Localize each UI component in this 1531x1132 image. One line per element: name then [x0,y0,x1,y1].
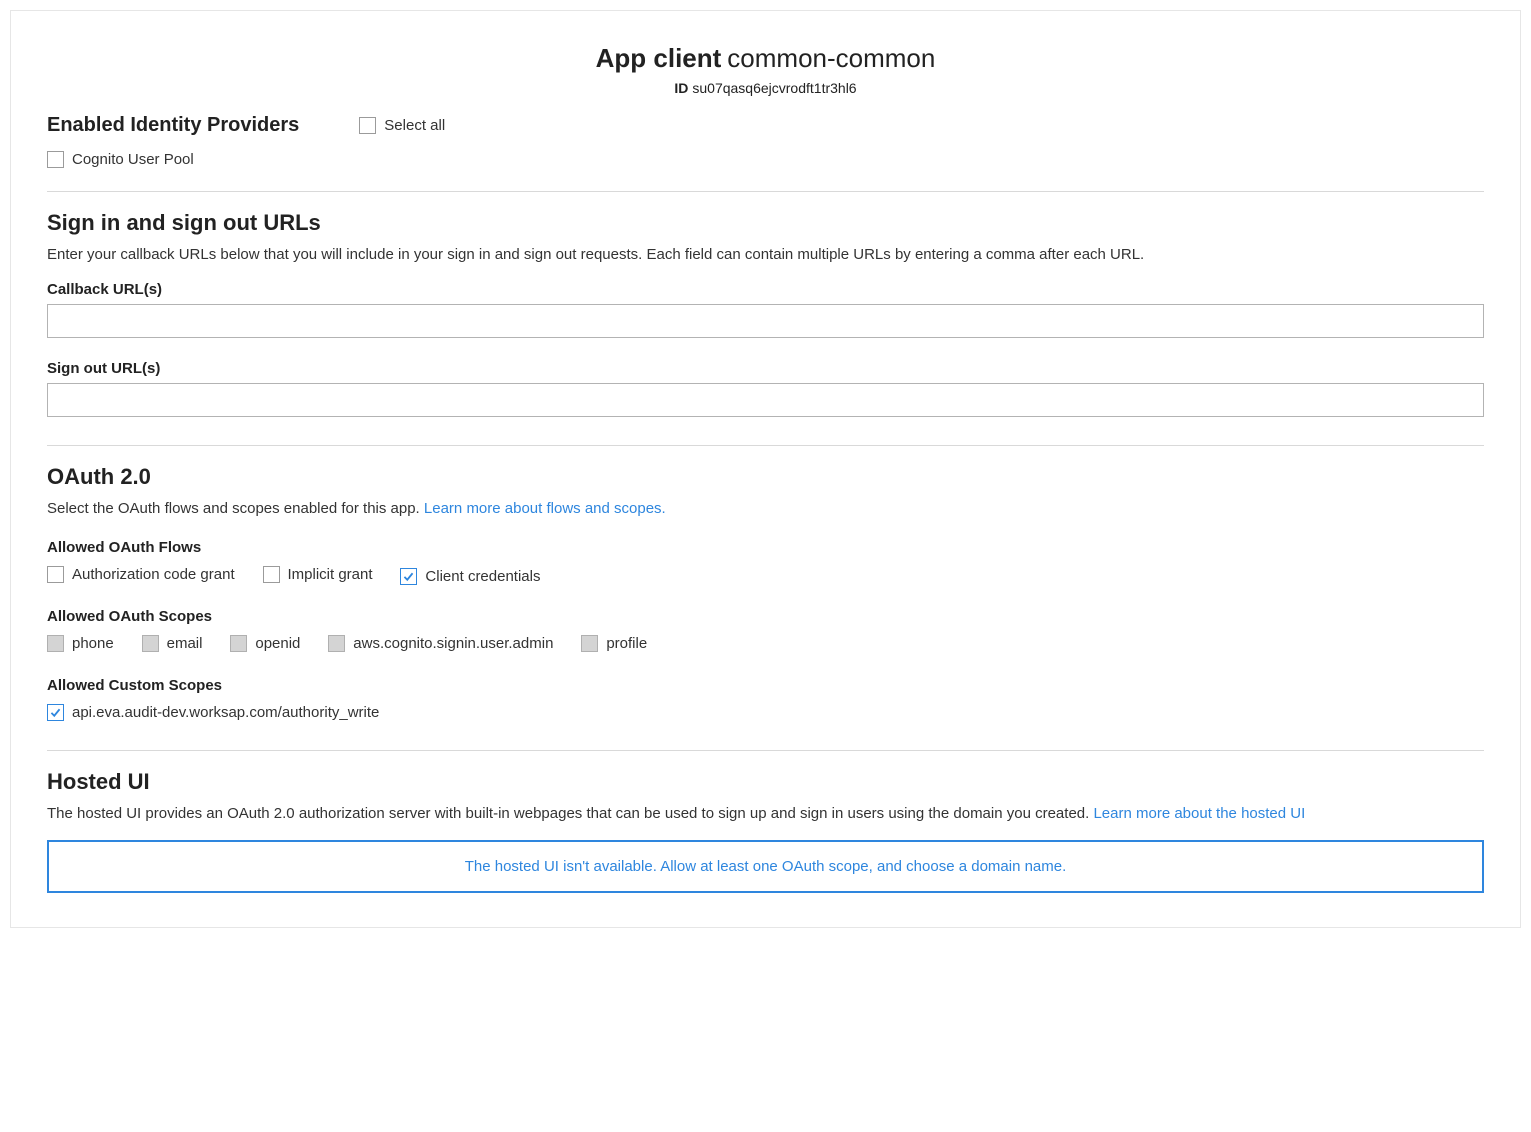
oauth-learn-link[interactable]: Learn more about flows and scopes. [424,500,666,517]
checkbox-label: email [167,635,203,652]
checkbox-label: api.eva.audit-dev.worksap.com/authority_… [72,704,379,721]
scope-profile-checkbox: profile [581,635,647,652]
checkbox-icon [142,635,159,652]
hosted-ui-description: The hosted UI provides an OAuth 2.0 auth… [47,805,1484,822]
custom-scope-authority-write-checkbox[interactable]: api.eva.audit-dev.worksap.com/authority_… [47,704,379,721]
app-client-settings-card: App clientcommon-common IDsu07qasq6ejcvr… [10,10,1521,928]
flow-implicit-grant-checkbox[interactable]: Implicit grant [263,566,373,583]
page-title: App clientcommon-common [47,43,1484,74]
idp-heading: Enabled Identity Providers [47,114,299,137]
checkbox-icon [400,568,417,585]
checkbox-icon [230,635,247,652]
checkbox-label: Authorization code grant [72,566,235,583]
checkbox-icon [47,704,64,721]
client-name: common-common [727,43,935,73]
oauth-description: Select the OAuth flows and scopes enable… [47,500,1484,517]
checkbox-label: aws.cognito.signin.user.admin [353,635,553,652]
scope-openid-checkbox: openid [230,635,300,652]
callback-urls-label: Callback URL(s) [47,281,1484,298]
checkbox-label: Client credentials [425,568,540,585]
urls-description: Enter your callback URLs below that you … [47,246,1484,263]
urls-heading: Sign in and sign out URLs [47,210,1484,236]
divider [47,750,1484,751]
checkbox-icon [47,151,64,168]
signout-urls-input[interactable] [47,383,1484,417]
checkbox-icon [328,635,345,652]
scope-aws-cognito-signin-user-admin-checkbox: aws.cognito.signin.user.admin [328,635,553,652]
divider [47,445,1484,446]
checkbox-icon [581,635,598,652]
checkbox-label: profile [606,635,647,652]
divider [47,191,1484,192]
select-all-checkbox[interactable]: Select all [359,117,445,134]
callback-urls-input[interactable] [47,304,1484,338]
flow-authorization-code-grant-checkbox[interactable]: Authorization code grant [47,566,235,583]
title-prefix: App client [596,43,722,73]
signout-urls-label: Sign out URL(s) [47,360,1484,377]
scope-phone-checkbox: phone [47,635,114,652]
custom-scopes-label: Allowed Custom Scopes [47,677,1484,694]
checkbox-icon [47,566,64,583]
id-value: su07qasq6ejcvrodft1tr3hl6 [692,80,856,96]
checkbox-label: phone [72,635,114,652]
oauth-flows-label: Allowed OAuth Flows [47,539,1484,556]
checkbox-icon [47,635,64,652]
checkbox-label: openid [255,635,300,652]
checkbox-label: Implicit grant [288,566,373,583]
idp-item-label: Cognito User Pool [72,151,194,168]
flow-client-credentials-checkbox[interactable]: Client credentials [400,568,540,585]
idp-cognito-user-pool-checkbox[interactable]: Cognito User Pool [47,151,194,168]
oauth-scopes-label: Allowed OAuth Scopes [47,608,1484,625]
client-id-row: IDsu07qasq6ejcvrodft1tr3hl6 [47,80,1484,96]
hosted-ui-unavailable-banner: The hosted UI isn't available. Allow at … [47,840,1484,893]
hosted-ui-heading: Hosted UI [47,769,1484,795]
checkbox-icon [263,566,280,583]
scope-email-checkbox: email [142,635,203,652]
oauth-heading: OAuth 2.0 [47,464,1484,490]
select-all-label: Select all [384,117,445,134]
hosted-ui-learn-link[interactable]: Learn more about the hosted UI [1093,805,1305,822]
checkbox-icon [359,117,376,134]
id-label: ID [674,80,688,96]
